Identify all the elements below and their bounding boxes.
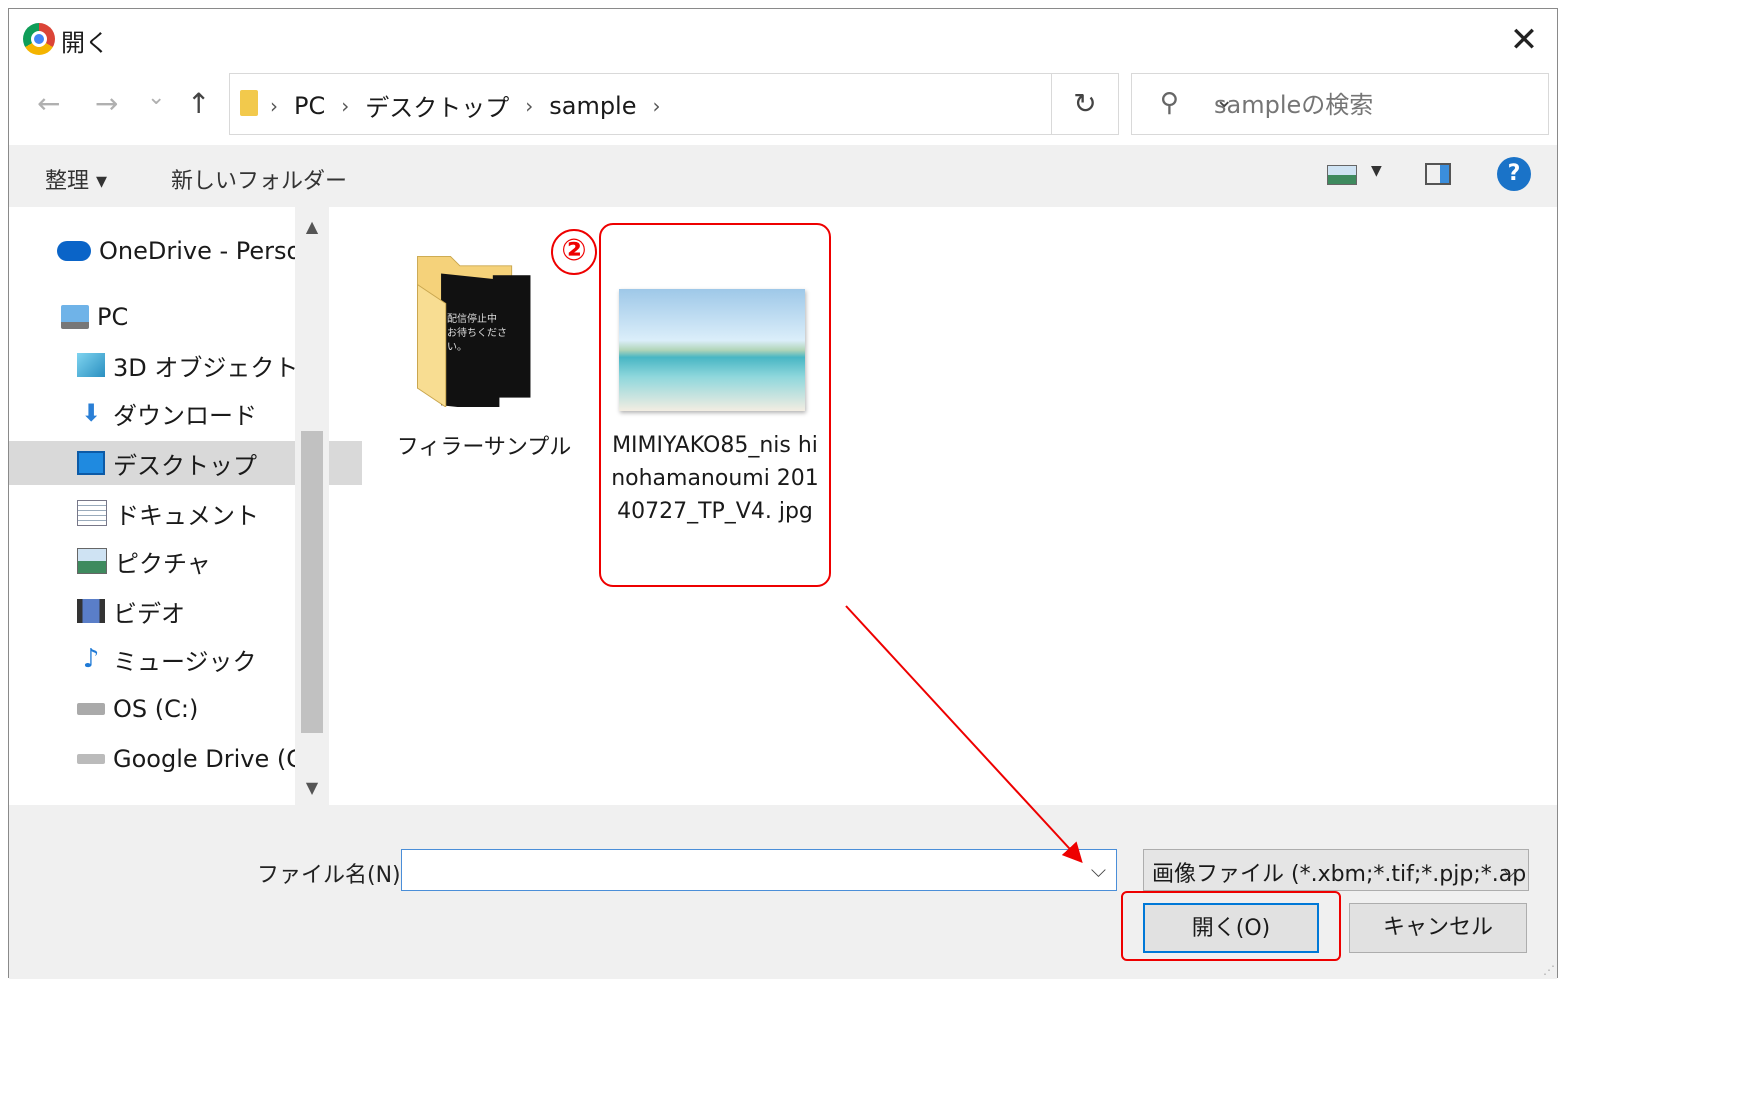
- sidebar-item-label: 3D オブジェクト: [113, 353, 299, 382]
- desktop-icon: [77, 451, 105, 475]
- resize-grip-icon[interactable]: ⋰: [1543, 963, 1555, 977]
- sidebar-item-label: PC: [97, 303, 129, 331]
- filetype-value: 画像ファイル (*.xbm;*.tif;*.pjp;*.ap: [1152, 862, 1527, 887]
- 3d-objects-icon: [77, 353, 105, 377]
- search-icon: ⚲: [1160, 88, 1180, 118]
- sidebar-item-label: ミュージック: [113, 647, 257, 676]
- sidebar-scrollbar[interactable]: ▲ ▼: [295, 207, 329, 805]
- recent-locations-icon[interactable]: ⌄: [147, 85, 165, 110]
- sidebar-item-label: ビデオ: [113, 599, 185, 628]
- scroll-up-icon[interactable]: ▲: [295, 217, 329, 236]
- music-icon: ♪: [82, 644, 100, 674]
- breadcrumb-separator[interactable]: ›: [653, 94, 661, 118]
- command-bar: 整理 ▾ 新しいフォルダー ▼ ?: [9, 145, 1557, 207]
- filename-input[interactable]: [408, 850, 1072, 890]
- sidebar-item-label: ダウンロード: [113, 401, 257, 430]
- open-button[interactable]: 開く(O): [1143, 903, 1319, 953]
- pc-icon: [61, 305, 89, 329]
- sidebar-item-label: ドキュメント: [115, 501, 259, 530]
- file-name: MIMIYAKO85_nis hinohamanoumi 20140727_TP…: [611, 433, 819, 524]
- back-arrow-icon[interactable]: ←: [37, 87, 60, 120]
- drive-icon: [77, 754, 105, 764]
- file-item-image[interactable]: MIMIYAKO85_nis hinohamanoumi 20140727_TP…: [599, 223, 831, 587]
- forward-arrow-icon[interactable]: →: [95, 87, 118, 120]
- bottom-panel: ファイル名(N): ⌵ 画像ファイル (*.xbm;*.tif;*.pjp;*.…: [9, 805, 1557, 979]
- sidebar-item-label: ピクチャ: [115, 549, 211, 578]
- scroll-down-icon[interactable]: ▼: [295, 778, 329, 797]
- chrome-icon: [23, 23, 55, 55]
- title-bar: 開く ✕: [9, 9, 1557, 71]
- view-dropdown-icon[interactable]: ▼: [1371, 163, 1382, 179]
- open-file-dialog: 開く ✕ ← → ⌄ ↑ › PC › デスクトップ › sample › ⌄ …: [8, 8, 1559, 979]
- sidebar-item-label: OS (C:): [113, 695, 199, 723]
- up-arrow-icon[interactable]: ↑: [187, 87, 210, 120]
- file-name: フィラーサンプル: [396, 435, 572, 460]
- sidebar-item-onedrive[interactable]: OneDrive - Persor: [9, 229, 342, 273]
- window-title: 開く: [61, 29, 109, 57]
- breadcrumb-separator: ›: [525, 93, 534, 118]
- documents-icon: [77, 500, 107, 526]
- breadcrumb: › PC › デスクトップ › sample ›: [270, 88, 661, 123]
- close-button[interactable]: ✕: [1501, 17, 1547, 63]
- onedrive-icon: [57, 241, 91, 261]
- filename-box[interactable]: ⌵: [401, 849, 1117, 891]
- navigation-pane: OneDrive - Persor PC 3D オブジェクト ⬇ ダウンロード …: [9, 207, 362, 805]
- download-icon: ⬇: [80, 399, 102, 427]
- filename-label: ファイル名(N):: [257, 863, 409, 888]
- cancel-button[interactable]: キャンセル: [1349, 903, 1527, 953]
- view-mode-icon[interactable]: [1327, 165, 1357, 185]
- folder-icon: [240, 90, 258, 116]
- search-box[interactable]: ⚲: [1131, 73, 1549, 135]
- file-list: 配信停止中 お待ちください。 フィラーサンプル ② MIMIYAKO85_nis…: [329, 207, 1559, 805]
- organize-button[interactable]: 整理 ▾: [45, 163, 107, 195]
- breadcrumb-separator: ›: [341, 93, 350, 118]
- breadcrumb-desktop[interactable]: デスクトップ: [365, 88, 509, 123]
- image-thumbnail: [619, 289, 805, 411]
- sidebar-item-label: Google Drive (G:: [113, 745, 313, 773]
- folder-thumb-text: 配信停止中 お待ちください。: [447, 314, 507, 353]
- breadcrumb-sample[interactable]: sample: [549, 92, 636, 120]
- search-input[interactable]: [1212, 84, 1536, 126]
- help-icon[interactable]: ?: [1497, 157, 1531, 191]
- chevron-down-icon[interactable]: ⌵: [1091, 858, 1106, 882]
- breadcrumb-separator: ›: [270, 93, 278, 118]
- chevron-down-icon[interactable]: ⌵: [1503, 858, 1518, 882]
- video-icon: [77, 599, 105, 623]
- sidebar-item-label: デスクトップ: [113, 451, 257, 480]
- new-folder-button[interactable]: 新しいフォルダー: [171, 163, 347, 195]
- address-bar[interactable]: › PC › デスクトップ › sample › ⌄: [229, 73, 1233, 135]
- scrollbar-thumb[interactable]: [301, 431, 323, 733]
- step-badge: ②: [551, 229, 597, 275]
- preview-pane-icon[interactable]: [1425, 163, 1451, 185]
- drive-icon: [77, 703, 105, 715]
- file-item-folder[interactable]: 配信停止中 お待ちください。 フィラーサンプル: [389, 237, 571, 467]
- filetype-select[interactable]: 画像ファイル (*.xbm;*.tif;*.pjp;*.ap ⌵: [1143, 849, 1529, 891]
- breadcrumb-pc[interactable]: PC: [294, 92, 325, 120]
- sidebar-item-label: OneDrive - Persor: [99, 237, 312, 265]
- refresh-button[interactable]: ↻: [1051, 73, 1119, 135]
- pictures-icon: [77, 548, 107, 574]
